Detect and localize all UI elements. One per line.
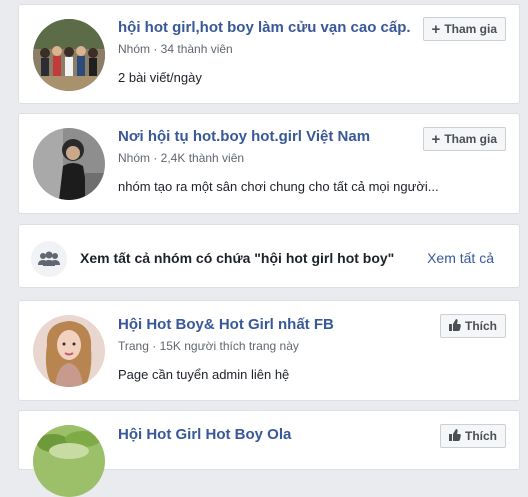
thumbs-up-icon: [449, 428, 461, 444]
thumbs-up-icon: [449, 318, 461, 334]
page-avatar[interactable]: [33, 425, 105, 497]
join-button-label: Tham gia: [444, 132, 497, 146]
page-avatar[interactable]: [33, 315, 105, 387]
like-button-label: Thích: [465, 319, 497, 333]
like-page-button[interactable]: Thích: [440, 314, 506, 338]
group-result-card: hội hot girl,hot boy làm cửu vạn cao cấp…: [18, 4, 520, 104]
like-page-button[interactable]: Thích: [440, 424, 506, 448]
group-avatar[interactable]: [33, 128, 105, 200]
group-title[interactable]: Nơi hội tụ hot.boy hot.girl Việt Nam: [118, 128, 370, 145]
group-description: 2 bài viết/ngày: [118, 70, 202, 85]
group-result-card: Nơi hội tụ hot.boy hot.girl Việt Nam Nhó…: [18, 113, 520, 214]
group-avatar[interactable]: [33, 19, 105, 91]
plus-icon: +: [431, 20, 441, 38]
see-all-groups-card[interactable]: Xem tất cả nhóm có chứa "hội hot girl ho…: [18, 224, 520, 288]
see-all-link[interactable]: Xem tất cả: [427, 250, 494, 266]
group-title[interactable]: hội hot girl,hot boy làm cửu vạn cao cấp…: [118, 19, 411, 36]
see-all-text[interactable]: Xem tất cả nhóm có chứa "hội hot girl ho…: [80, 250, 394, 266]
page-result-card: Hội Hot Girl Hot Boy Ola Thích: [18, 410, 520, 497]
page-description: Page cần tuyển admin liên hệ: [118, 367, 290, 382]
group-meta: Nhóm · 2,4K thành viên: [118, 151, 245, 165]
groups-icon: [31, 241, 67, 277]
join-group-button[interactable]: + Tham gia: [422, 127, 506, 151]
join-button-label: Tham gia: [444, 22, 497, 36]
group-meta: Nhóm · 34 thành viên: [118, 42, 233, 56]
page-title[interactable]: Hội Hot Boy& Hot Girl nhất FB: [118, 316, 334, 333]
page-meta: Trang · 15K người thích trang này: [118, 339, 299, 353]
like-button-label: Thích: [465, 429, 497, 443]
plus-icon: +: [431, 130, 441, 148]
group-description: nhóm tạo ra một sân chơi chung cho tất c…: [118, 179, 439, 194]
page-title[interactable]: Hội Hot Girl Hot Boy Ola: [118, 426, 291, 443]
join-group-button[interactable]: + Tham gia: [422, 17, 506, 41]
page-result-card: Hội Hot Boy& Hot Girl nhất FB Trang · 15…: [18, 300, 520, 401]
